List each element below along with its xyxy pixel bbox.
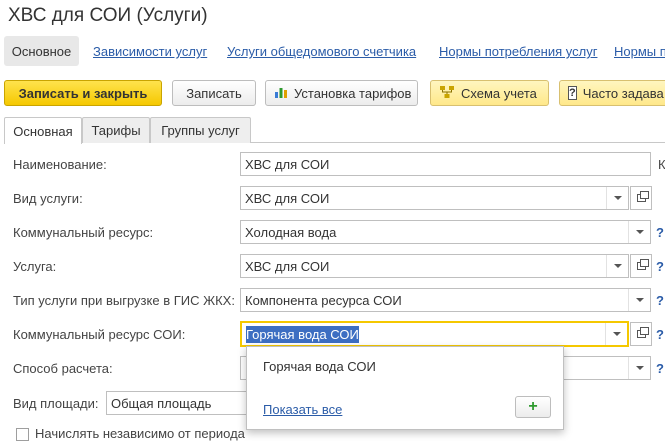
resource-soi-open-button[interactable] [630,322,652,346]
scheme-icon [439,85,455,102]
service-field[interactable]: ХВС для СОИ [240,254,629,278]
area-type-field[interactable]: Общая площадь [106,391,266,415]
resource-soi-help-link[interactable]: ? [656,327,664,342]
resource-help-link[interactable]: ? [656,225,664,240]
help-icon: ? [568,86,577,100]
resource-soi-dropdown-list: Горячая вода СОИ Показать все + [246,346,564,430]
resource-value: Холодная вода [245,224,337,240]
nav-link-norms-more[interactable]: Нормы п [614,44,665,59]
nav-link-building-meter-services[interactable]: Услуги общедомового счетчика [227,44,416,59]
resource-label: Коммунальный ресурс: [13,225,154,240]
resource-field[interactable]: Холодная вода [240,220,651,244]
gis-type-field[interactable]: Компонента ресурса СОИ [240,288,651,312]
save-and-close-label: Записать и закрыть [18,85,148,101]
dropdown-option-hot-water-soi[interactable]: Горячая вода СОИ [263,359,376,374]
calc-method-help-link[interactable]: ? [656,361,664,376]
gis-type-label: Тип услуги при выгрузке в ГИС ЖКХ: [13,293,235,308]
calc-method-dropdown-button[interactable] [628,357,650,379]
faq-button[interactable]: ? Часто задава [559,80,665,106]
open-window-icon [636,327,649,338]
name-label: Наименование: [13,157,107,172]
service-type-value: ХВС для СОИ [245,190,330,206]
gis-type-dropdown-button[interactable] [628,289,650,311]
plus-icon: + [528,398,538,415]
resource-soi-label: Коммунальный ресурс СОИ: [13,327,186,342]
service-open-button[interactable] [630,254,652,278]
independent-checkbox[interactable] [16,428,29,441]
service-label: Услуга: [13,259,57,274]
nav-main[interactable]: Основное [4,36,79,66]
open-window-icon [636,191,649,202]
faq-label: Часто задава [582,85,664,101]
area-type-value: Общая площадь [111,395,212,411]
show-all-link[interactable]: Показать все [263,402,342,417]
name-side-label: К [658,157,665,172]
service-type-label: Вид услуги: [13,191,83,206]
service-type-dropdown-button[interactable] [606,187,628,209]
tab-tariffs[interactable]: Тарифы [82,117,150,143]
set-tariffs-button[interactable]: Установка тарифов [265,80,418,106]
area-type-label: Вид площади: [13,396,99,411]
service-dropdown-button[interactable] [606,255,628,277]
resource-soi-dropdown-button[interactable] [605,323,627,345]
open-window-icon [636,259,649,270]
nav-link-dependencies[interactable]: Зависимости услуг [93,44,207,59]
window-title: ХВС для СОИ (Услуги) [8,5,208,26]
nav-link-consumption-norms[interactable]: Нормы потребления услуг [439,44,597,59]
accounting-scheme-button[interactable]: Схема учета [430,80,549,106]
accounting-scheme-label: Схема учета [461,85,537,101]
tab-main[interactable]: Основная [4,117,82,144]
resource-dropdown-button[interactable] [628,221,650,243]
service-value: ХВС для СОИ [245,258,330,274]
service-type-field[interactable]: ХВС для СОИ [240,186,629,210]
name-input[interactable]: ХВС для СОИ [240,152,651,176]
gis-type-value: Компонента ресурса СОИ [245,292,402,308]
bar-chart-icon [274,85,288,102]
service-type-open-button[interactable] [630,186,652,210]
save-and-close-button[interactable]: Записать и закрыть [4,80,162,106]
save-label: Записать [186,85,242,101]
independent-label: Начислять независимо от периода [35,426,245,441]
resource-soi-field[interactable]: Горячая вода СОИ [240,321,629,347]
add-new-button[interactable]: + [515,396,551,418]
service-help-link[interactable]: ? [656,259,664,274]
calc-method-label: Способ расчета: [13,361,113,376]
save-button[interactable]: Записать [172,80,256,106]
set-tariffs-label: Установка тарифов [294,85,412,101]
tab-service-groups[interactable]: Группы услуг [150,117,251,143]
resource-soi-value: Горячая вода СОИ [246,325,359,343]
gis-type-help-link[interactable]: ? [656,293,664,308]
